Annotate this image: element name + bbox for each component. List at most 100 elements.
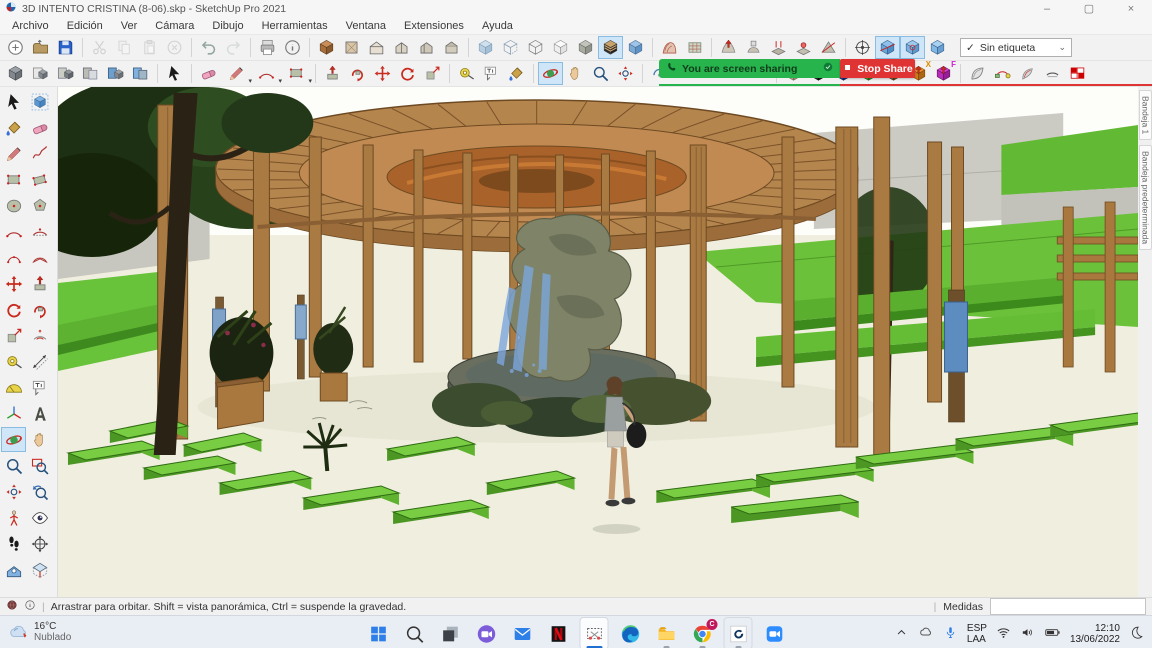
offset-tool-palette-button[interactable] <box>27 323 52 348</box>
netflix-app-taskbar-button[interactable] <box>545 618 572 648</box>
undo-button[interactable] <box>196 36 221 59</box>
freehand-palette-button[interactable] <box>27 141 52 166</box>
select-tool-palette-button[interactable] <box>1 89 26 114</box>
follow-me-tool-palette-button[interactable] <box>27 297 52 322</box>
style-textured-button[interactable] <box>598 36 623 59</box>
sandbox-from-scratch-button[interactable] <box>682 36 707 59</box>
style-shaded-button[interactable] <box>573 36 598 59</box>
component-3-button[interactable] <box>53 62 78 85</box>
rectangle-tool-button[interactable]: ▾ <box>281 62 312 85</box>
arc-tool-palette-button[interactable] <box>1 219 26 244</box>
screen-snip-taskbar-button[interactable] <box>580 618 608 648</box>
zoom-extents-tool-button[interactable] <box>613 62 638 85</box>
scale-tool-palette-button[interactable] <box>1 323 26 348</box>
menu-camara[interactable]: Cámara <box>146 20 203 32</box>
language-indicator[interactable]: ESP LAA <box>967 623 987 645</box>
component-5-button[interactable] <box>103 62 128 85</box>
arc-flat-button[interactable] <box>1040 62 1065 85</box>
drape-button[interactable] <box>766 36 791 59</box>
scale-tool-button[interactable] <box>420 62 445 85</box>
weld-curve-button[interactable] <box>990 62 1015 85</box>
follow-me-tool-button[interactable] <box>345 62 370 85</box>
previous-tool-palette-button[interactable] <box>27 479 52 504</box>
smoove-button[interactable] <box>716 36 741 59</box>
open-button[interactable] <box>28 36 53 59</box>
sketchup-app-taskbar-button[interactable] <box>725 618 752 648</box>
menu-edicion[interactable]: Edición <box>58 20 112 32</box>
component-2-button[interactable] <box>28 62 53 85</box>
zoom-app-taskbar-button[interactable] <box>761 618 788 648</box>
battery-icon[interactable] <box>1044 624 1061 644</box>
view-left-button[interactable] <box>414 36 439 59</box>
component-4-button[interactable] <box>78 62 103 85</box>
wifi-icon[interactable] <box>996 625 1011 643</box>
paste-button[interactable] <box>137 36 162 59</box>
flip-edge-button[interactable] <box>816 36 841 59</box>
move-tool-palette-button[interactable] <box>1 271 26 296</box>
eraser-tool-palette-button[interactable] <box>27 115 52 140</box>
pan-tool-button[interactable] <box>563 62 588 85</box>
camera-tool-1-button[interactable] <box>875 36 900 59</box>
push-magenta-button[interactable]: F <box>931 60 956 85</box>
microphone-icon[interactable] <box>943 625 958 643</box>
view-right-button[interactable] <box>389 36 414 59</box>
view-back-button[interactable] <box>439 36 464 59</box>
tape-tool-button[interactable] <box>454 62 479 85</box>
make-component-palette-button[interactable] <box>27 89 52 114</box>
chevron-down-icon[interactable]: ⌄ <box>1058 42 1066 53</box>
clock[interactable]: 12:10 13/06/2022 <box>1070 623 1120 645</box>
chrome-app-taskbar-button[interactable]: C <box>689 618 718 648</box>
3d-text-tool-palette-button[interactable] <box>27 401 52 426</box>
menu-extensiones[interactable]: Extensiones <box>395 20 473 32</box>
component-1-button[interactable] <box>3 62 28 85</box>
text-tool-button[interactable] <box>479 62 504 85</box>
camera-tool-3-button[interactable] <box>925 36 950 59</box>
protractor-tool-palette-button[interactable] <box>1 375 26 400</box>
volume-icon[interactable] <box>1020 625 1035 643</box>
onedrive-icon[interactable] <box>918 624 934 643</box>
rotate-tool-button[interactable] <box>395 62 420 85</box>
new-button[interactable] <box>3 36 28 59</box>
print-button[interactable] <box>255 36 280 59</box>
move-tool-button[interactable] <box>370 62 395 85</box>
sandbox-from-contours-button[interactable] <box>657 36 682 59</box>
push-pull-tool-palette-button[interactable] <box>27 271 52 296</box>
search-taskbar-button[interactable] <box>401 618 428 648</box>
menu-herramientas[interactable]: Herramientas <box>253 20 337 32</box>
two-point-arc-palette-button[interactable] <box>27 219 52 244</box>
minimize-button[interactable]: – <box>1026 0 1068 17</box>
stamp-button[interactable] <box>741 36 766 59</box>
target-tool-palette-button[interactable] <box>27 531 52 556</box>
circle-tool-palette-button[interactable] <box>1 193 26 218</box>
stop-share-button[interactable]: Stop Share <box>840 59 915 78</box>
geolocation-icon[interactable] <box>6 599 18 614</box>
copy-button[interactable] <box>112 36 137 59</box>
style-monochrome-button[interactable] <box>623 36 648 59</box>
rectangle-tool-palette-button[interactable] <box>1 167 26 192</box>
arc-tool-button[interactable]: ▾ <box>251 62 282 85</box>
shell-b-button[interactable] <box>1015 62 1040 85</box>
section-plane-tool-palette-button[interactable] <box>27 557 52 582</box>
zoom-tool-button[interactable] <box>588 62 613 85</box>
tab-bandeja-predeterminada[interactable]: Bandeja predeterminada <box>1138 145 1152 251</box>
style-xray-button[interactable] <box>473 36 498 59</box>
dropdown-arrow-icon[interactable]: ▾ <box>308 77 312 85</box>
view-iso-button[interactable] <box>314 36 339 59</box>
help-info-icon[interactable] <box>24 599 36 614</box>
eraser-tool-button[interactable] <box>196 62 221 85</box>
menu-dibujo[interactable]: Dibujo <box>203 20 252 32</box>
polygon-tool-palette-button[interactable] <box>27 193 52 218</box>
match-photo-tool-palette-button[interactable] <box>1 557 26 582</box>
menu-archivo[interactable]: Archivo <box>3 20 58 32</box>
zoom-tool-palette-button[interactable] <box>1 453 26 478</box>
weather-widget[interactable]: 16°C Nublado <box>0 621 71 646</box>
line-tool-palette-button[interactable] <box>1 141 26 166</box>
view-front-button[interactable] <box>364 36 389 59</box>
tab-bandeja-1[interactable]: Bandeja 1 <box>1138 90 1152 141</box>
text-tool-palette-button[interactable] <box>27 375 52 400</box>
chat-app-taskbar-button[interactable] <box>473 618 500 648</box>
rotated-rectangle-palette-button[interactable] <box>27 167 52 192</box>
tray-chevron-icon[interactable] <box>894 625 909 643</box>
menu-ver[interactable]: Ver <box>112 20 147 32</box>
start-taskbar-button[interactable] <box>365 618 392 648</box>
